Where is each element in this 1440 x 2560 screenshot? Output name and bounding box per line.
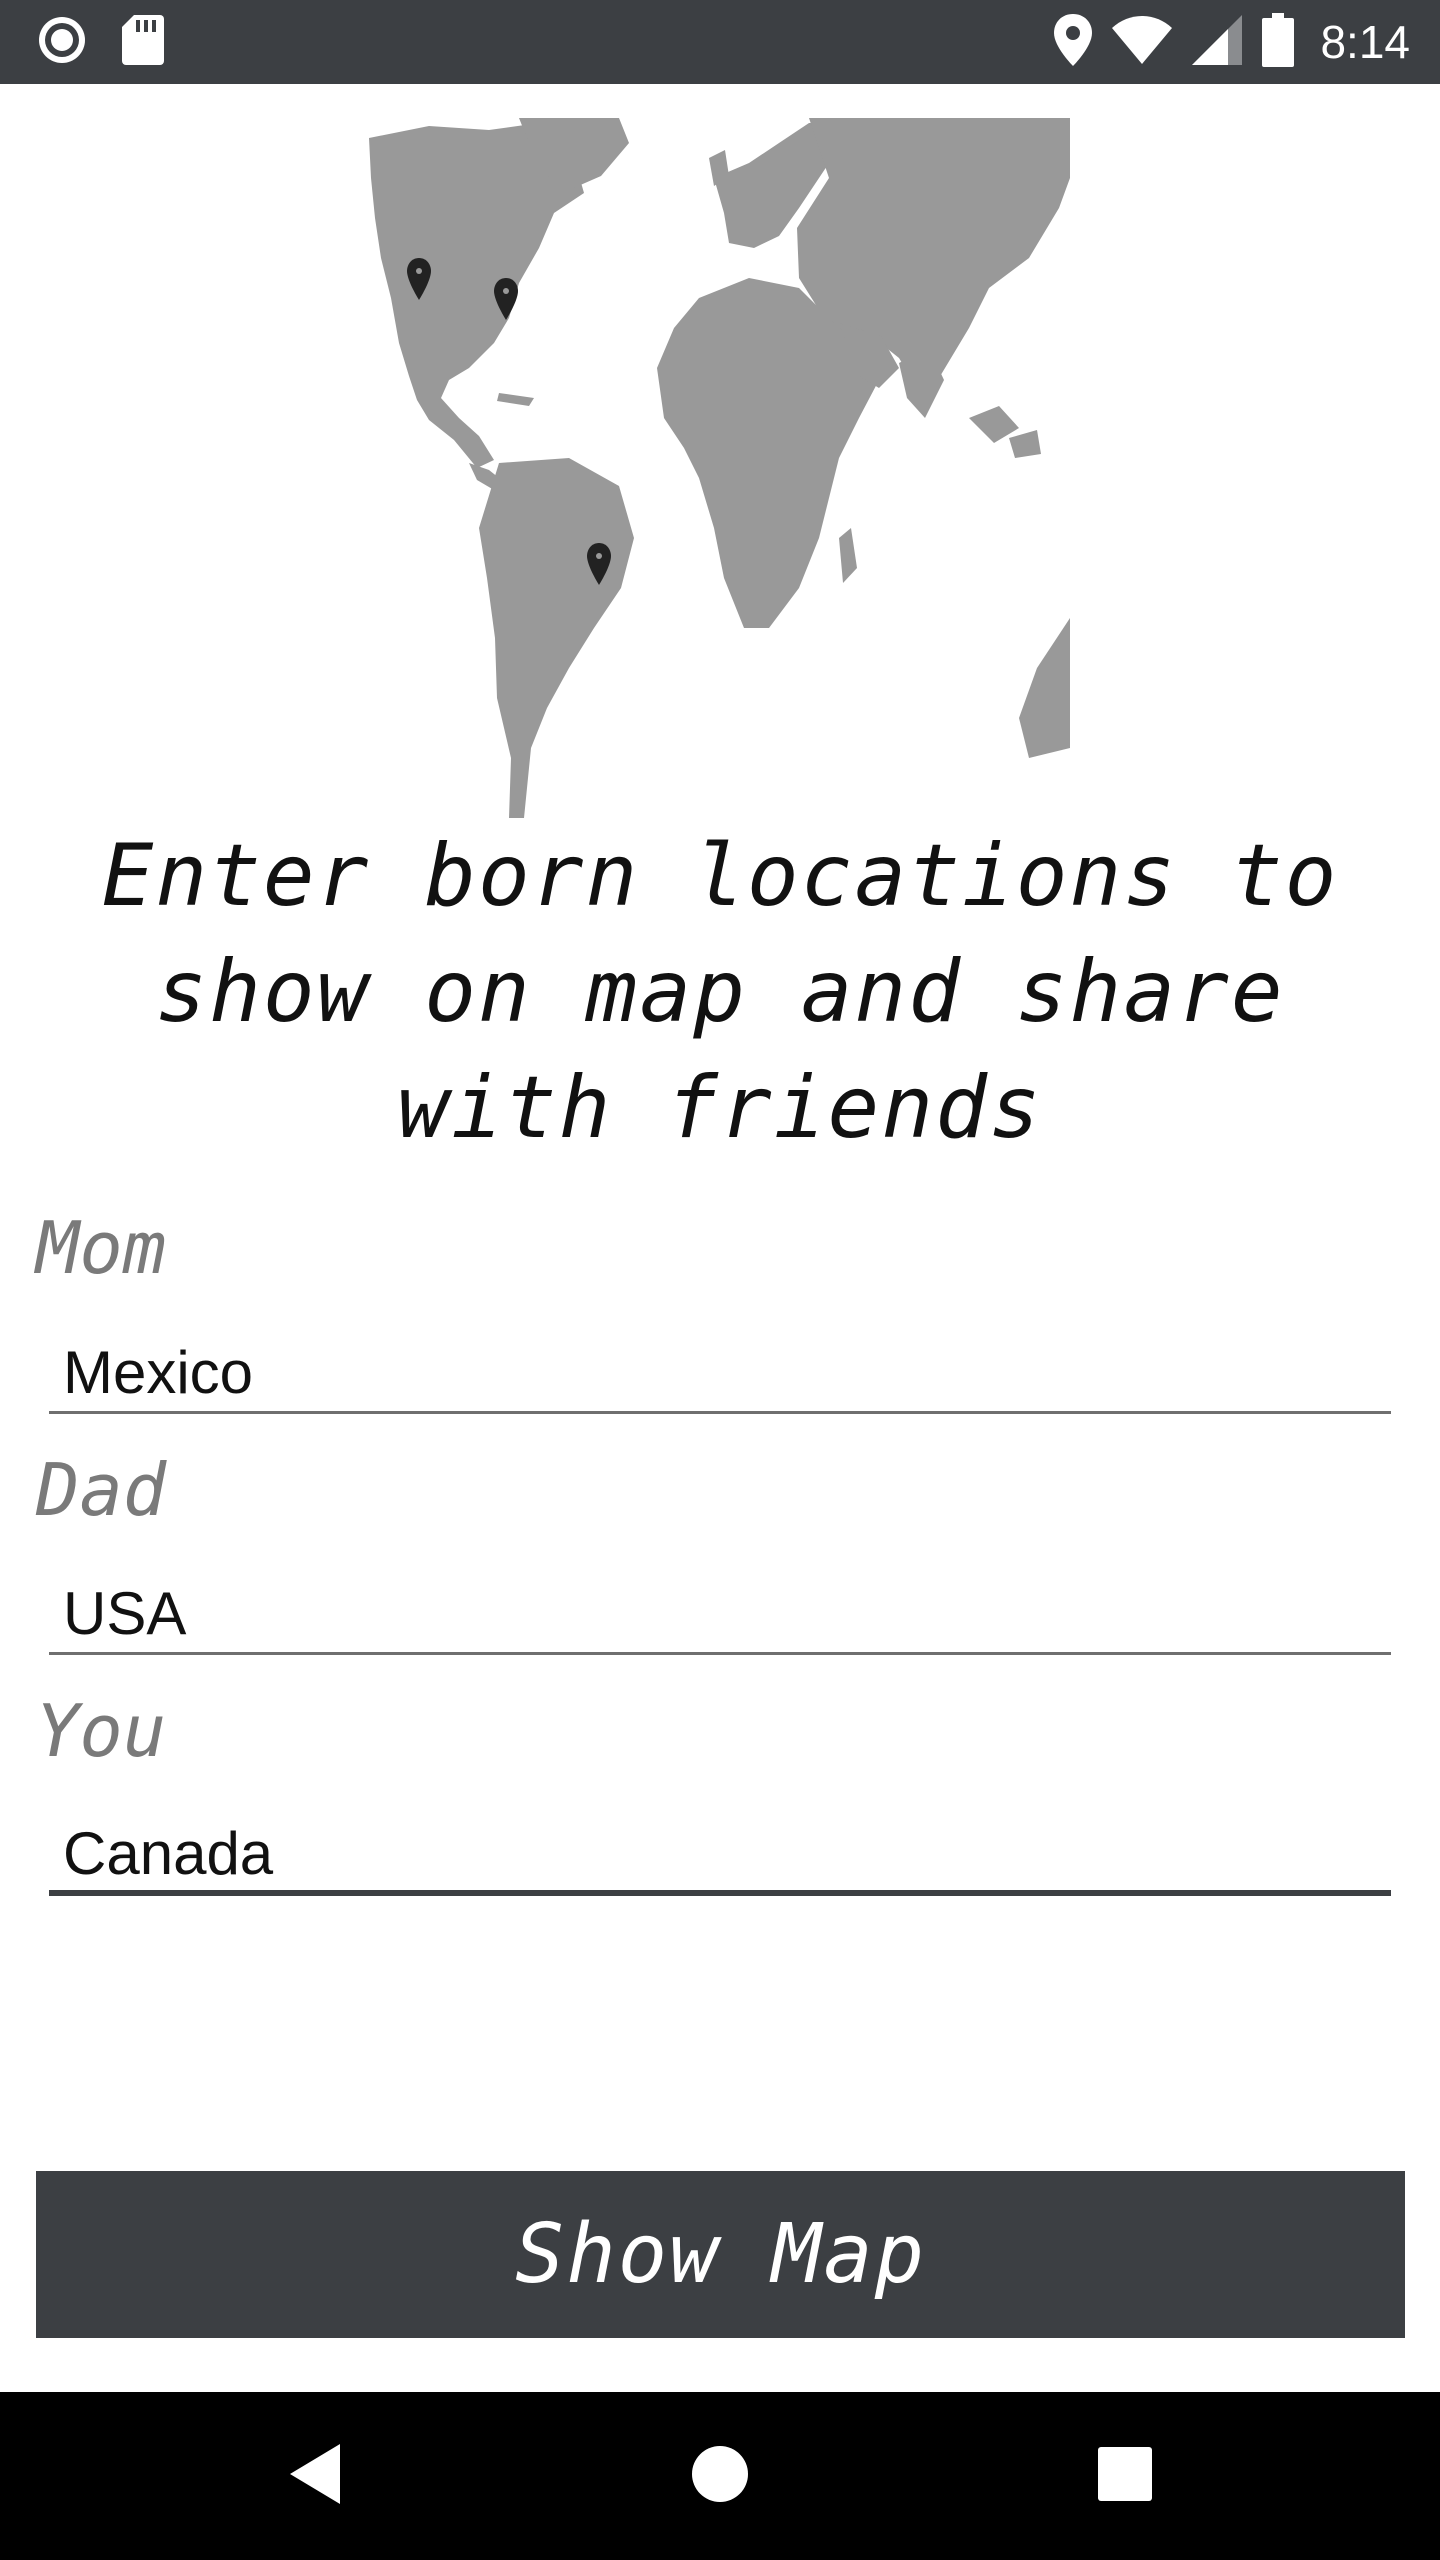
location-icon: [1054, 13, 1093, 71]
mom-label: Mom: [36, 1206, 167, 1290]
recents-icon: [1098, 2446, 1152, 2506]
status-bar: 8:14: [0, 0, 1440, 84]
you-label: You: [36, 1689, 167, 1773]
battery-icon: [1262, 12, 1295, 72]
world-map-image: [369, 118, 1070, 818]
you-input[interactable]: [49, 1816, 1391, 1896]
status-time: 8:14: [1320, 16, 1410, 68]
recents-button[interactable]: [1045, 2392, 1205, 2560]
navigation-bar: [0, 2392, 1440, 2560]
headline-text: Enter born locations to show on map and …: [101, 826, 1339, 1158]
wifi-icon: [1112, 15, 1173, 69]
mom-input[interactable]: [49, 1334, 1391, 1414]
show-map-button[interactable]: Show Map: [36, 2171, 1405, 2338]
home-button[interactable]: [640, 2392, 800, 2560]
cell-signal-icon: [1192, 14, 1243, 70]
dad-input[interactable]: [49, 1575, 1391, 1655]
record-icon: [36, 14, 88, 71]
back-button[interactable]: [236, 2392, 396, 2560]
sd-card-icon: [122, 14, 164, 70]
home-icon: [690, 2444, 750, 2509]
dad-label: Dad: [36, 1448, 167, 1532]
back-icon: [286, 2442, 346, 2511]
